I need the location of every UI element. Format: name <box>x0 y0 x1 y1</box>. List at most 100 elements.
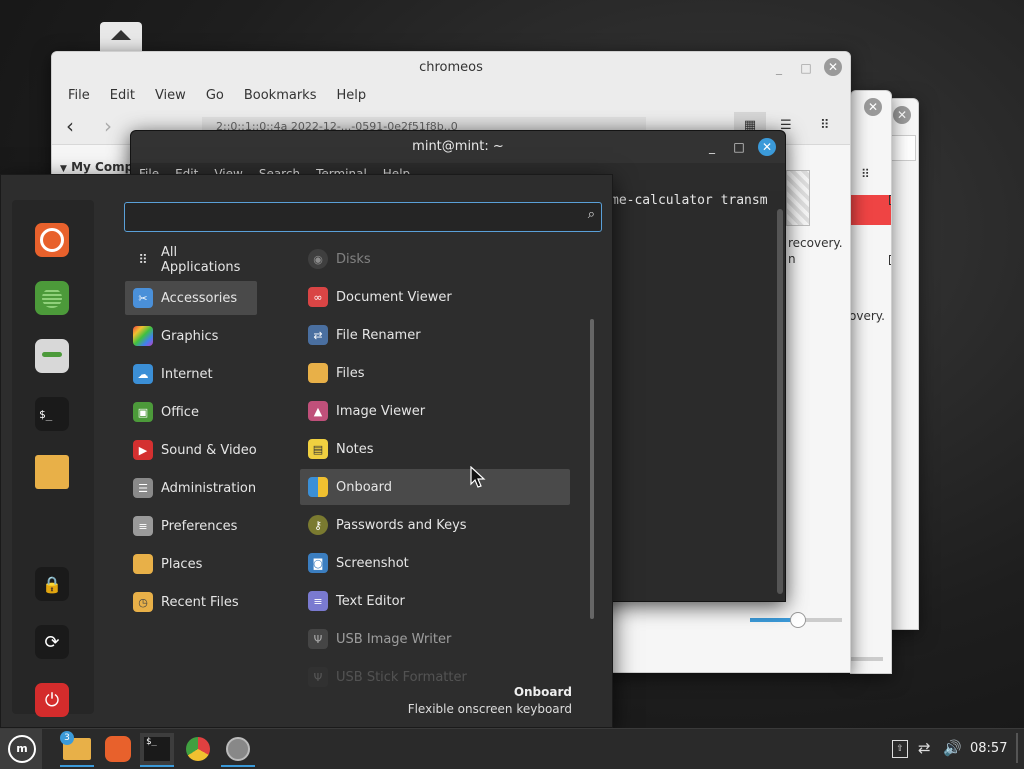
back-icon[interactable]: ‹ <box>66 114 74 138</box>
app-passwords-and-keys[interactable]: ⚷ Passwords and Keys <box>300 507 570 543</box>
window-title: chromeos <box>52 52 850 84</box>
updates-icon[interactable]: ⇧ <box>892 740 908 758</box>
text-editor-icon: ≡ <box>308 591 328 611</box>
grid-view-icon[interactable]: ⠿ <box>861 167 870 181</box>
key-icon: ⚷ <box>308 515 328 535</box>
menu-view[interactable]: View <box>145 84 196 110</box>
app-document-viewer[interactable]: ∞ Document Viewer <box>300 279 570 315</box>
window-title: mint@mint: ~ <box>131 131 785 163</box>
close-icon[interactable]: ✕ <box>864 98 882 116</box>
play-icon: ▶ <box>133 440 153 460</box>
background-window-2[interactable]: ✕ ⠿ overy. <box>850 90 892 674</box>
category-recent-files[interactable]: ◷ Recent Files <box>125 585 257 619</box>
category-places[interactable]: Places <box>125 547 257 581</box>
minimize-icon[interactable]: _ <box>770 59 788 77</box>
mint-menu-button[interactable]: m <box>0 729 42 769</box>
volume-icon[interactable]: 🔊 <box>943 739 962 757</box>
image-viewer-icon: ▲ <box>308 401 328 421</box>
apps-scrollbar[interactable] <box>590 319 594 619</box>
search-icon[interactable]: ⌕ <box>588 207 595 222</box>
menu-bookmarks[interactable]: Bookmarks <box>234 84 327 110</box>
app-screenshot[interactable]: ◙ Screenshot <box>300 545 570 581</box>
app-files[interactable]: Files <box>300 355 570 391</box>
description-text: Flexible onscreen keyboard <box>407 702 572 716</box>
onboard-keyboard-icon <box>308 477 328 497</box>
status-text: overy. <box>850 309 885 323</box>
toggle-icon: ≡ <box>133 516 153 536</box>
camera-icon: ◙ <box>308 553 328 573</box>
menubar: File Edit View Go Bookmarks Help <box>52 84 850 110</box>
maximize-icon[interactable]: □ <box>730 138 748 156</box>
category-preferences[interactable]: ≡ Preferences <box>125 509 257 543</box>
terminal-icon[interactable]: $_ <box>35 397 69 431</box>
power-icon[interactable]: ⏻ <box>35 683 69 717</box>
app-disks[interactable]: ◉ Disks <box>300 241 570 277</box>
desktop-icon-eject[interactable] <box>100 22 142 52</box>
status-text: n <box>788 252 796 266</box>
folder-icon <box>308 363 328 383</box>
admin-icon: ☰ <box>133 478 153 498</box>
disk-icon <box>226 737 250 761</box>
category-all-applications[interactable]: ⠿ All Applications <box>125 243 257 277</box>
taskbar-terminal[interactable]: $_ <box>140 733 174 767</box>
grid-icon: ⠿ <box>138 252 148 268</box>
category-graphics[interactable]: Graphics <box>125 319 257 353</box>
taskbar-files[interactable]: 3 <box>60 731 94 767</box>
scissors-icon: ✂ <box>133 288 153 308</box>
folder-icon[interactable] <box>35 455 69 489</box>
settings-toggle-icon[interactable] <box>35 339 69 373</box>
maximize-icon[interactable]: □ <box>797 59 815 77</box>
chevron-down-icon: ▼ <box>60 164 67 174</box>
clock[interactable]: 08:57 <box>970 741 1007 756</box>
search-box[interactable]: ⌕ <box>124 202 602 232</box>
category-sound-video[interactable]: ▶ Sound & Video <box>125 433 257 467</box>
category-administration[interactable]: ☰ Administration <box>125 471 257 505</box>
folder-icon <box>133 554 153 574</box>
zoom-slider[interactable] <box>851 657 883 661</box>
search-input[interactable] <box>131 206 575 228</box>
category-internet[interactable]: ☁ Internet <box>125 357 257 391</box>
lock-icon[interactable]: 🔒 <box>35 567 69 601</box>
favorites-bar: $_ 🔒 ⟳ ⏻ <box>12 200 94 717</box>
menu-go[interactable]: Go <box>196 84 234 110</box>
minimize-icon[interactable]: _ <box>703 138 721 156</box>
taskbar-disks[interactable] <box>221 733 255 767</box>
close-icon[interactable]: ✕ <box>758 138 776 156</box>
sidebar-heading[interactable]: ▼ My Comp <box>60 160 133 174</box>
app-usb-image-writer[interactable]: Ψ USB Image Writer <box>300 621 570 657</box>
usb-icon: Ψ <box>308 629 328 649</box>
firefox-icon[interactable] <box>35 223 69 257</box>
app-text-editor[interactable]: ≡ Text Editor <box>300 583 570 619</box>
taskbar-firefox[interactable] <box>101 733 135 765</box>
network-disconnected-icon[interactable]: ⇄ <box>918 739 931 757</box>
category-office[interactable]: ▣ Office <box>125 395 257 429</box>
file-renamer-icon: ⇄ <box>308 325 328 345</box>
checkbox[interactable] <box>889 255 891 265</box>
app-onboard[interactable]: Onboard <box>300 469 570 505</box>
close-icon[interactable]: ✕ <box>893 106 911 124</box>
document-viewer-icon: ∞ <box>308 287 328 307</box>
menu-edit[interactable]: Edit <box>100 84 145 110</box>
compact-view-icon[interactable]: ⠿ <box>820 118 830 133</box>
terminal-text: me-calculator transm <box>611 193 768 208</box>
checkbox[interactable] <box>889 195 891 205</box>
chromium-icon <box>186 737 210 761</box>
show-desktop-button[interactable] <box>1016 733 1018 763</box>
thumbnail[interactable] <box>786 170 810 226</box>
app-notes[interactable]: ▤ Notes <box>300 431 570 467</box>
software-manager-icon[interactable] <box>35 281 69 315</box>
description-title: Onboard <box>513 685 572 699</box>
close-icon[interactable]: ✕ <box>824 58 842 76</box>
taskbar-chromium[interactable] <box>181 733 215 765</box>
app-image-viewer[interactable]: ▲ Image Viewer <box>300 393 570 429</box>
logout-icon[interactable]: ⟳ <box>35 625 69 659</box>
status-text: recovery. <box>788 236 843 250</box>
app-file-renamer[interactable]: ⇄ File Renamer <box>300 317 570 353</box>
menu-help[interactable]: Help <box>326 84 376 110</box>
scrollbar[interactable] <box>777 209 783 594</box>
menu-file[interactable]: File <box>58 84 100 110</box>
category-accessories[interactable]: ✂ Accessories <box>125 281 257 315</box>
palette-icon <box>133 326 153 346</box>
zoom-slider[interactable] <box>750 612 842 628</box>
forward-icon[interactable]: › <box>104 114 112 138</box>
